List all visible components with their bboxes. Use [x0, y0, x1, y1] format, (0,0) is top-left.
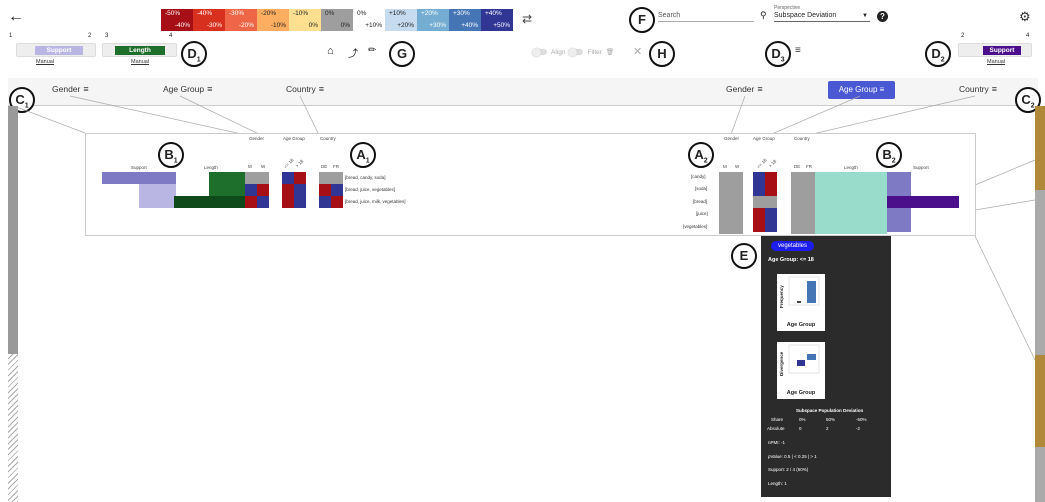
- share-subspace: 0%: [799, 417, 806, 422]
- age-cell[interactable]: [282, 196, 294, 208]
- col-fr: FR: [333, 164, 339, 169]
- item-label[interactable]: [bread]: [693, 199, 707, 204]
- rcol-de: DE: [794, 164, 801, 169]
- col-support: Support: [131, 165, 147, 170]
- tooltip-pvalue: pValue: 0.5 | < 0.25 | > 1: [768, 454, 817, 459]
- absolute-label: Absolute: [767, 426, 785, 431]
- age-cell[interactable]: [294, 172, 306, 184]
- age-cell[interactable]: [282, 172, 294, 184]
- col-m: M: [248, 164, 252, 169]
- item-label[interactable]: [soda]: [695, 186, 707, 191]
- app-root: ← -50% -40% -40% -30% -30% -20% -20% -10% -10% 0%…: [0, 0, 1045, 502]
- col-gender: Gender: [249, 136, 265, 141]
- rage-cell[interactable]: [765, 184, 777, 196]
- tooltip-item-chip: vegetables: [771, 241, 815, 251]
- rcol-w: W: [735, 164, 740, 169]
- rage-cell[interactable]: [765, 220, 777, 232]
- tooltip-length: Length: 1: [768, 481, 787, 486]
- gender-cell[interactable]: [245, 196, 257, 208]
- rage-cell[interactable]: [753, 220, 765, 232]
- itemset-label[interactable]: [bread, juice, vegetables]: [345, 187, 395, 192]
- badge-b1: B1: [158, 142, 184, 168]
- badge-a1: A1: [350, 142, 376, 168]
- itemset-label[interactable]: [bread, juice, milk, vegetables]: [345, 199, 406, 204]
- col-age-gt18: > 18: [294, 158, 305, 169]
- divergence-caption: Age Group: [786, 390, 816, 396]
- rage-cell[interactable]: [753, 208, 765, 220]
- rsupport-bar[interactable]: [887, 196, 959, 208]
- rcol-age-le18: <= 18: [755, 157, 768, 170]
- col-w: W: [261, 164, 266, 169]
- absolute-population: 2: [826, 426, 829, 431]
- rsupport-bar[interactable]: [887, 208, 911, 232]
- rcol-fr: FR: [806, 164, 812, 169]
- itemset-panel: Gender Age Group Country Support Length …: [85, 133, 976, 236]
- divergence-plot: [788, 344, 820, 374]
- length-bar[interactable]: [174, 196, 245, 208]
- country-cell[interactable]: [331, 184, 343, 196]
- rage-cell[interactable]: [753, 196, 777, 208]
- rage-cell[interactable]: [765, 172, 777, 184]
- tooltip-support: Support: 2 / 4 (50%): [768, 467, 809, 472]
- rcol-length: Length: [844, 165, 858, 170]
- col-age-le18: <= 18: [282, 157, 295, 170]
- rcountry-cells[interactable]: [791, 172, 815, 234]
- share-population: 50%: [826, 417, 836, 422]
- frequency-chart: Frequency Age Group: [777, 274, 825, 331]
- badge-b2: B2: [876, 142, 902, 168]
- tooltip-table-header: Subspace Population Deviation: [796, 408, 864, 413]
- col-age: Age Group: [283, 136, 305, 141]
- rsupport-bar[interactable]: [887, 172, 911, 196]
- frequency-caption: Age Group: [786, 322, 816, 328]
- length-bar[interactable]: [209, 184, 245, 196]
- tooltip-title: Age Group: <= 18: [768, 257, 814, 263]
- col-country: Country: [320, 136, 336, 141]
- rcol-age-gt18: > 18: [767, 158, 778, 169]
- share-deviation: -50%: [856, 417, 867, 422]
- age-cell[interactable]: [282, 184, 294, 196]
- item-label[interactable]: [vegetables]: [683, 224, 707, 229]
- col-length: Length: [204, 165, 218, 170]
- rcol-age: Age Group: [753, 136, 775, 141]
- badge-e: E: [731, 243, 757, 269]
- itemset-label[interactable]: [bread, candy, soda]: [345, 175, 385, 180]
- gender-cell[interactable]: [257, 196, 269, 208]
- absolute-subspace: 0: [799, 426, 802, 431]
- rcol-country: Country: [794, 136, 810, 141]
- badge-a2: A2: [688, 142, 714, 168]
- gender-cell[interactable]: [257, 184, 269, 196]
- tooltip: vegetables Age Group: <= 18 Frequency Ag…: [761, 236, 891, 497]
- gender-cell[interactable]: [245, 172, 269, 184]
- country-cell[interactable]: [319, 196, 331, 208]
- share-label: Share: [771, 417, 784, 422]
- rage-cell[interactable]: [765, 208, 777, 220]
- tooltip-npmi: nPMI: -1: [768, 440, 786, 445]
- age-cell[interactable]: [294, 184, 306, 196]
- age-cell[interactable]: [294, 196, 306, 208]
- divergence-chart: Divergence Age Group: [777, 342, 825, 399]
- gender-cell[interactable]: [245, 184, 257, 196]
- rcol-support: Support: [913, 165, 929, 170]
- frequency-plot: [788, 276, 820, 306]
- country-cell[interactable]: [331, 196, 343, 208]
- col-de: DE: [321, 164, 328, 169]
- item-label[interactable]: [candy]: [691, 174, 706, 179]
- rage-cell[interactable]: [753, 184, 765, 196]
- support-bar[interactable]: [139, 184, 176, 196]
- rlength-bar[interactable]: [815, 172, 887, 234]
- rcol-m: M: [723, 164, 727, 169]
- item-label[interactable]: [juice]: [696, 211, 708, 216]
- country-cell[interactable]: [319, 184, 331, 196]
- support-bar[interactable]: [139, 196, 176, 208]
- rage-cell[interactable]: [753, 172, 765, 184]
- rcol-gender: Gender: [724, 136, 740, 141]
- country-cell[interactable]: [319, 172, 343, 184]
- length-bar[interactable]: [209, 172, 245, 184]
- support-bar[interactable]: [102, 172, 176, 184]
- rgender-cells[interactable]: [719, 172, 743, 234]
- absolute-deviation: -2: [856, 426, 861, 431]
